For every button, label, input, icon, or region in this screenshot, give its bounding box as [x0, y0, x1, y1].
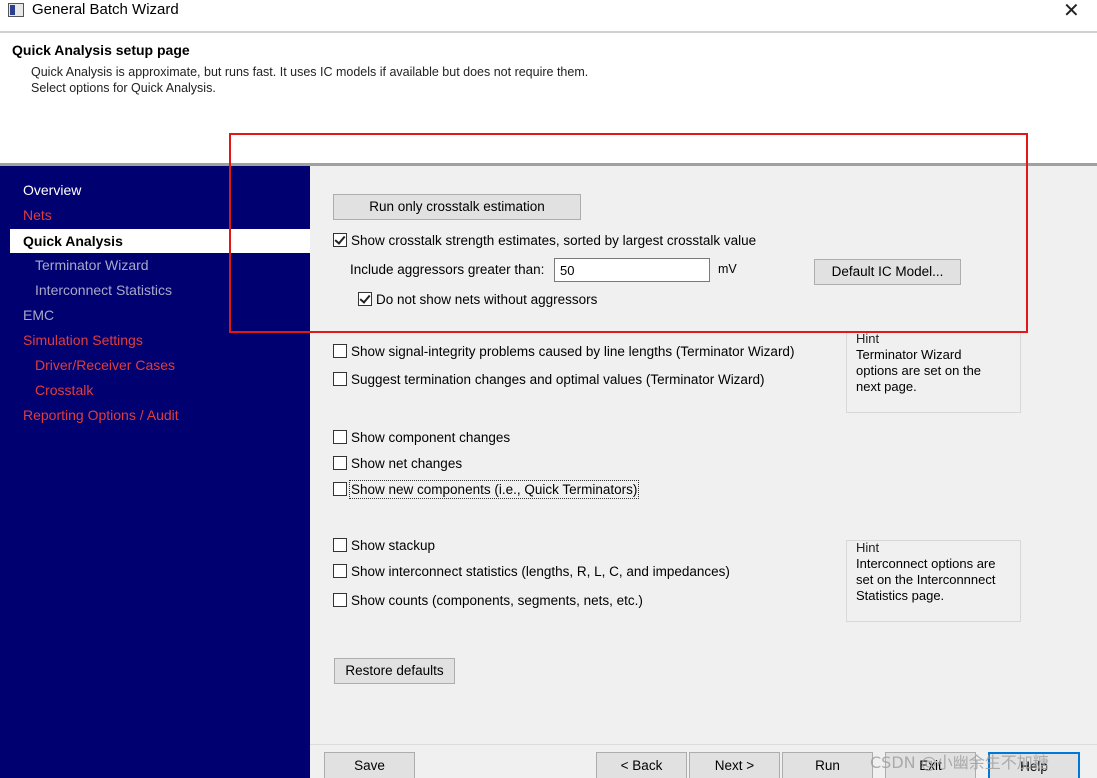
show-component-changes-checkbox[interactable]: Show component changes	[333, 430, 510, 445]
checkbox-label: Show interconnect statistics (lengths, R…	[351, 564, 730, 579]
hint-label: Hint	[856, 540, 880, 555]
show-counts-checkbox[interactable]: Show counts (components, segments, nets,…	[333, 593, 643, 608]
checkbox-unchecked-icon	[333, 564, 347, 578]
watermark-text: CSDN @小幽余生不加糖	[870, 753, 1049, 772]
sidebar-item-interconnect-statistics[interactable]: Interconnect Statistics	[35, 282, 172, 298]
show-crosstalk-strength-checkbox[interactable]: Show crosstalk strength estimates, sorte…	[333, 233, 756, 248]
close-icon[interactable]: ✕	[1063, 0, 1080, 22]
checkbox-label: Show stackup	[351, 538, 436, 553]
sidebar-item-terminator-wizard[interactable]: Terminator Wizard	[35, 257, 149, 273]
checkbox-label: Show component changes	[351, 430, 511, 445]
show-net-changes-checkbox[interactable]: Show net changes	[333, 456, 462, 471]
checkbox-label: Do not show nets without aggressors	[376, 292, 598, 307]
aggressor-threshold-input[interactable]	[554, 258, 710, 282]
page-title: Quick Analysis setup page	[12, 42, 190, 58]
sidebar-item-simulation-settings[interactable]: Simulation Settings	[23, 332, 143, 348]
checkbox-unchecked-icon	[333, 538, 347, 552]
run-button[interactable]: Run	[782, 752, 873, 778]
checkbox-unchecked-icon	[333, 372, 347, 386]
interconnect-hint-box: Hint Interconnect options are set on the…	[846, 540, 1021, 622]
checkbox-label: Show net changes	[351, 456, 463, 471]
title-bar: General Batch Wizard ✕	[0, 0, 1097, 22]
checkbox-label: Show signal-integrity problems caused by…	[351, 344, 795, 359]
checkbox-unchecked-icon	[333, 456, 347, 470]
save-button[interactable]: Save	[324, 752, 415, 778]
sidebar-item-driver-receiver-cases[interactable]: Driver/Receiver Cases	[35, 357, 175, 373]
show-new-components-checkbox[interactable]: Show new components (i.e., Quick Termina…	[333, 480, 640, 499]
sidebar-item-reporting-options[interactable]: Reporting Options / Audit	[23, 407, 179, 423]
show-interconnect-statistics-checkbox[interactable]: Show interconnect statistics (lengths, R…	[333, 564, 730, 579]
page-instruction: Select options for Quick Analysis.	[31, 81, 216, 95]
show-stackup-checkbox[interactable]: Show stackup	[333, 538, 435, 553]
sidebar-item-nets[interactable]: Nets	[23, 207, 52, 223]
window-title: General Batch Wizard	[32, 1, 179, 18]
checkbox-unchecked-icon	[333, 344, 347, 358]
show-si-problems-checkbox[interactable]: Show signal-integrity problems caused by…	[333, 344, 794, 359]
default-ic-model-button[interactable]: Default IC Model...	[814, 259, 961, 285]
back-button[interactable]: < Back	[596, 752, 687, 778]
restore-defaults-button[interactable]: Restore defaults	[334, 658, 455, 684]
aggressor-threshold-label: Include aggressors greater than:	[350, 262, 545, 277]
aggressor-unit-label: mV	[718, 262, 737, 276]
hint-text: Terminator Wizard options are set on the…	[856, 347, 982, 394]
checkbox-checked-icon	[333, 233, 347, 247]
sidebar-item-crosstalk[interactable]: Crosstalk	[35, 382, 93, 398]
checkbox-unchecked-icon	[333, 593, 347, 607]
app-icon	[8, 3, 24, 17]
checkbox-unchecked-icon	[333, 482, 347, 496]
checkbox-label: Show counts (components, segments, nets,…	[351, 593, 643, 608]
terminator-hint-box: Hint Terminator Wizard options are set o…	[846, 331, 1021, 413]
hint-label: Hint	[856, 331, 880, 346]
checkbox-checked-icon	[358, 292, 372, 306]
sidebar-item-quick-analysis[interactable]: Quick Analysis	[10, 229, 310, 253]
suggest-termination-checkbox[interactable]: Suggest termination changes and optimal …	[333, 372, 764, 387]
checkbox-unchecked-icon	[333, 430, 347, 444]
page-description: Quick Analysis is approximate, but runs …	[31, 65, 589, 79]
checkbox-label: Suggest termination changes and optimal …	[351, 372, 765, 387]
checkbox-label: Show crosstalk strength estimates, sorte…	[351, 233, 757, 248]
sidebar-item-emc[interactable]: EMC	[23, 307, 54, 323]
hint-text: Interconnect options are set on the Inte…	[856, 556, 996, 603]
page-header: Quick Analysis setup page Quick Analysis…	[0, 31, 1097, 163]
wizard-sidebar: Overview Nets Quick Analysis Terminator …	[0, 166, 310, 778]
options-panel: Run only crosstalk estimation Show cross…	[310, 166, 1097, 744]
sidebar-item-overview[interactable]: Overview	[23, 182, 81, 198]
next-button[interactable]: Next >	[689, 752, 780, 778]
checkbox-label: Show new components (i.e., Quick Termina…	[348, 480, 640, 499]
run-crosstalk-estimation-button[interactable]: Run only crosstalk estimation	[333, 194, 581, 220]
hide-nets-without-aggressors-checkbox[interactable]: Do not show nets without aggressors	[358, 292, 597, 307]
